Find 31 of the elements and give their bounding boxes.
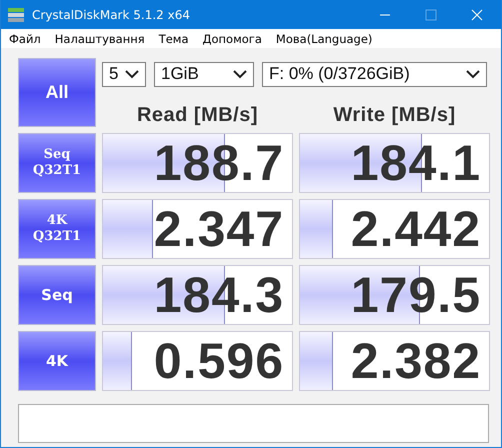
comment-field[interactable] <box>18 404 489 443</box>
chevron-icon <box>233 70 247 78</box>
chevron-icon <box>125 70 139 78</box>
menu-item[interactable]: Допомога <box>202 32 262 46</box>
column-header: Read [MB/s] <box>136 104 260 127</box>
menu-item[interactable]: Мова(Language) <box>276 32 372 46</box>
result-value: 184.1 <box>350 134 482 192</box>
close-icon[interactable] <box>471 8 483 20</box>
result-value: 184.3 <box>154 266 285 324</box>
all-button[interactable]: All <box>18 58 96 127</box>
maximize-icon <box>425 8 437 20</box>
dropdown[interactable]: F: 0% (0/3726GiB) <box>262 62 487 86</box>
menu-item[interactable]: Файл <box>9 32 41 46</box>
chevron-icon <box>466 70 480 78</box>
menu-item[interactable]: Налаштування <box>54 32 145 46</box>
window-title: CrystalDiskMark 5.1.2 x64 <box>32 8 191 22</box>
result-value: 188.7 <box>154 134 285 192</box>
test-button[interactable]: 4K Q32T1 <box>18 199 96 259</box>
result-value: 2.382 <box>350 332 482 390</box>
menu-item[interactable]: Тема <box>158 32 189 46</box>
drive-icon <box>7 6 25 22</box>
test-button[interactable]: Seq <box>18 265 96 325</box>
result-value: 179.5 <box>350 266 482 324</box>
column-header: Write [MB/s] <box>332 104 457 127</box>
result-value: 2.442 <box>350 200 482 258</box>
test-button[interactable]: Seq Q32T1 <box>18 133 96 193</box>
dropdown[interactable]: 1GiB <box>154 62 254 86</box>
result-value: 0.596 <box>154 332 285 390</box>
test-button[interactable]: 4K <box>18 331 96 391</box>
result-value: 2.347 <box>154 200 285 258</box>
dropdown[interactable]: 5 <box>102 62 146 86</box>
